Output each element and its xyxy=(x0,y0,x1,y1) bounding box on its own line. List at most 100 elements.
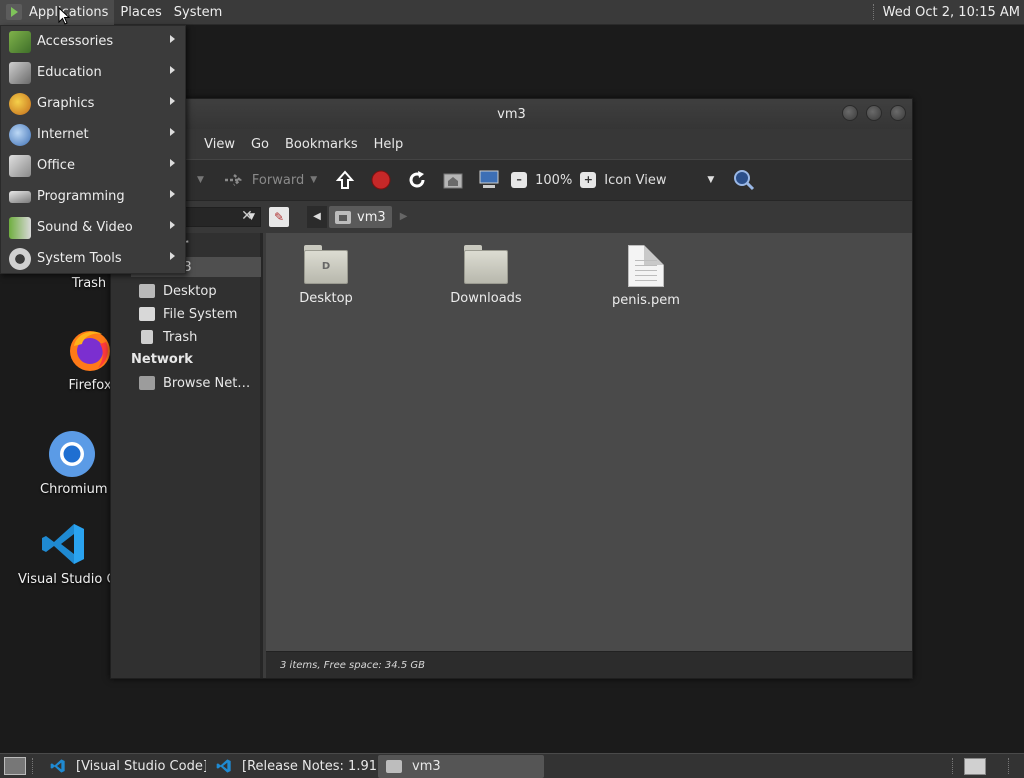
sidebar-item-desktop[interactable]: Desktop xyxy=(139,281,259,301)
panel-separator xyxy=(32,758,34,774)
menu-item-sound-video[interactable]: Sound & Video xyxy=(1,212,185,243)
view-mode-select[interactable]: Icon View ▼ xyxy=(604,173,714,188)
window-title: vm3 xyxy=(497,106,526,122)
vscode-icon xyxy=(50,758,66,774)
panel-separator xyxy=(872,4,875,20)
home-icon[interactable] xyxy=(441,168,465,192)
desktop-folder-icon xyxy=(139,284,155,298)
path-crumb-current[interactable]: vm3 xyxy=(329,206,392,228)
window-controls xyxy=(842,105,906,121)
submenu-arrow-icon xyxy=(170,66,175,74)
taskbar-item-release-notes[interactable]: [Release Notes: 1.91… xyxy=(208,755,376,778)
zoom-control: – 100% + xyxy=(511,172,597,188)
menu-item-label: Internet xyxy=(37,127,89,142)
file-name: penis.pem xyxy=(612,293,680,308)
show-desktop-icon[interactable] xyxy=(4,757,26,775)
computer-icon[interactable] xyxy=(477,168,501,192)
zoom-in-button[interactable]: + xyxy=(580,172,597,188)
home-folder-icon xyxy=(386,759,402,773)
file-item-downloads[interactable]: Downloads xyxy=(426,245,546,306)
menu-bookmarks[interactable]: Bookmarks xyxy=(277,137,366,152)
file-name: Desktop xyxy=(299,291,353,306)
file-item-desktop[interactable]: D Desktop xyxy=(266,245,386,306)
maximize-button[interactable] xyxy=(866,105,882,121)
menu-item-label: Sound & Video xyxy=(37,220,133,235)
path-bar: ◀ vm3 ▶ xyxy=(307,206,414,228)
vscode-icon xyxy=(216,758,232,774)
search-icon[interactable] xyxy=(732,168,756,192)
window-titlebar[interactable]: vm3 xyxy=(111,99,912,129)
minimize-button[interactable] xyxy=(842,105,858,121)
menu-view[interactable]: View xyxy=(196,137,243,152)
menu-item-label: Education xyxy=(37,65,102,80)
sound-video-icon xyxy=(9,216,31,239)
sidebar-item-file-system[interactable]: File System xyxy=(139,304,259,324)
home-folder-icon xyxy=(335,210,351,224)
folder-icon xyxy=(464,245,508,285)
mouse-cursor-icon xyxy=(58,7,70,25)
forward-history-dropdown[interactable]: ▼ xyxy=(310,175,317,185)
chevron-down-icon: ▼ xyxy=(707,175,715,185)
desktop-icon-vscode[interactable]: Visual Studio Co xyxy=(18,520,110,587)
menu-item-education[interactable]: Education xyxy=(1,57,185,88)
taskbar-item-vm3[interactable]: vm3 xyxy=(378,754,544,778)
desktop-icon-label: Chromium xyxy=(40,482,108,497)
sidebar-item-label: Desktop xyxy=(163,283,217,299)
sidebar-item-label: Trash xyxy=(163,329,198,345)
sidebar-item-browse-network[interactable]: Browse Net… xyxy=(139,373,259,393)
close-button[interactable] xyxy=(890,105,906,121)
clock-area: Wed Oct 2, 10:15 AM xyxy=(872,0,1024,25)
panel-separator xyxy=(952,758,954,774)
desktop-icon-label: Visual Studio Co xyxy=(18,572,110,587)
top-panel: Applications Places System Wed Oct 2, 10… xyxy=(0,0,1024,25)
file-item-penis-pem[interactable]: penis.pem xyxy=(586,245,706,308)
sidebar-header-network: Network xyxy=(131,352,193,367)
zoom-out-button[interactable]: – xyxy=(511,172,528,188)
back-history-dropdown[interactable]: ▼ xyxy=(197,175,204,185)
up-icon[interactable] xyxy=(333,168,357,192)
submenu-arrow-icon xyxy=(170,128,175,136)
taskbar-item-label: [Release Notes: 1.91… xyxy=(242,758,376,774)
reload-icon[interactable] xyxy=(405,168,429,192)
edit-location-icon[interactable]: ✎ xyxy=(269,207,289,227)
system-label: System xyxy=(173,4,223,20)
clock[interactable]: Wed Oct 2, 10:15 AM xyxy=(883,5,1024,20)
menu-item-office[interactable]: Office xyxy=(1,150,185,181)
forward-button[interactable]: Forward ▼ xyxy=(222,168,317,192)
menu-go[interactable]: Go xyxy=(243,137,277,152)
sidebar-item-trash[interactable]: Trash xyxy=(139,327,259,347)
system-menu-button[interactable]: System xyxy=(168,0,228,25)
status-text: 3 items, Free space: 34.5 GB xyxy=(280,659,425,671)
desktop-icon-chromium[interactable]: Chromium xyxy=(40,430,108,497)
close-sidebar-icon[interactable]: ✕ xyxy=(237,204,257,228)
file-view[interactable]: D Desktop Downloads penis.pem xyxy=(266,233,912,651)
places-menu-button[interactable]: Places xyxy=(114,0,167,25)
menu-item-system-tools[interactable]: System Tools xyxy=(1,243,185,274)
document-icon xyxy=(628,245,664,287)
chromium-icon xyxy=(48,430,96,478)
menu-item-accessories[interactable]: Accessories xyxy=(1,26,185,57)
path-left-arrow-icon[interactable]: ◀ xyxy=(307,206,327,228)
path-right-arrow-icon[interactable]: ▶ xyxy=(394,206,414,228)
drive-icon xyxy=(139,307,155,321)
taskbar-item-vscode[interactable]: [Visual Studio Code] xyxy=(42,755,206,778)
firefox-icon xyxy=(66,326,114,374)
view-mode-label: Icon View xyxy=(604,172,667,188)
menu-item-internet[interactable]: Internet xyxy=(1,119,185,150)
applications-icon xyxy=(6,4,22,20)
menu-item-label: System Tools xyxy=(37,251,122,266)
applications-menu: Accessories Education Graphics Internet … xyxy=(0,25,186,274)
submenu-arrow-icon xyxy=(170,190,175,198)
system-tools-icon xyxy=(9,247,31,270)
workspace-switcher-icon[interactable] xyxy=(964,757,986,775)
menu-item-programming[interactable]: Programming xyxy=(1,181,185,212)
stop-icon[interactable] xyxy=(369,168,393,192)
submenu-arrow-icon xyxy=(170,252,175,260)
status-bar: 3 items, Free space: 34.5 GB xyxy=(266,651,912,678)
education-icon xyxy=(9,61,31,84)
menu-item-graphics[interactable]: Graphics xyxy=(1,88,185,119)
menu-help[interactable]: Help xyxy=(366,137,412,152)
tray-area xyxy=(942,754,1024,778)
menu-item-label: Programming xyxy=(37,189,125,204)
forward-label: Forward xyxy=(251,172,305,188)
